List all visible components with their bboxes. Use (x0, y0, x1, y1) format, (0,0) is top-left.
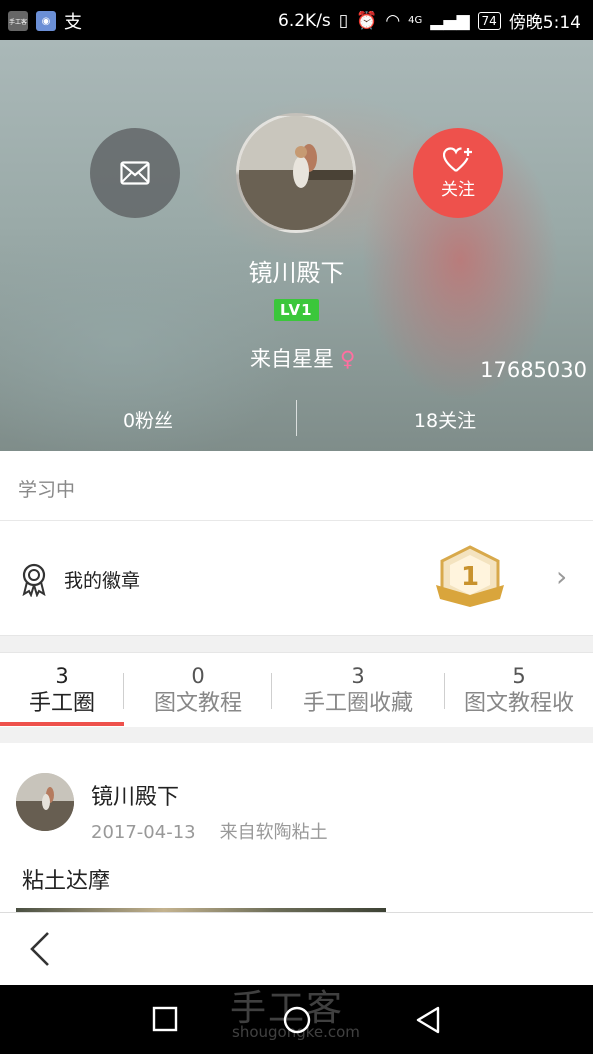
tab-count: 3 (55, 664, 69, 688)
tab-label: 图文教程收 (463, 691, 574, 716)
location: 来自星星 ♀ (250, 343, 355, 373)
tab-tutorials[interactable]: 0 图文教程 (124, 663, 272, 719)
follow-button[interactable]: 关注 (413, 128, 503, 218)
tab-label: 手工圈 (28, 691, 95, 716)
tab-tutorial-favorites[interactable]: 5 图文教程收 (445, 663, 593, 719)
shougongke-app-icon: 手工客 (8, 11, 28, 31)
post-date: 2017-04-13 (91, 822, 196, 843)
network-speed: 6.2K/s (278, 10, 331, 31)
alipay-icon: 支 (64, 12, 82, 33)
section-divider (0, 727, 593, 743)
user-status-text: 学习中 (0, 451, 593, 521)
post-card[interactable]: 镜川殿下 2017-04-13 来自软陶粘土 粘土达摩 (0, 743, 593, 912)
wifi-icon: ◠ (385, 10, 401, 31)
status-bar: 手工客 ◉ 支 6.2K/s ▯ ⏰ ◠ 4G ▂▄▆ 74 傍晚5:14 (0, 0, 593, 40)
award-icon (22, 563, 46, 597)
fans-count[interactable]: 0粉丝 (0, 406, 296, 433)
bottom-nav-bar (0, 912, 593, 985)
female-icon: ♀ (340, 347, 356, 371)
following-count[interactable]: 18关注 (297, 406, 593, 433)
signal-icon: ▂▄▆ (430, 10, 470, 31)
back-arrow-icon[interactable] (26, 929, 54, 969)
avatar[interactable] (236, 113, 356, 233)
medal-icon: 1 (436, 545, 504, 607)
battery-icon: 74 (477, 11, 501, 30)
alarm-icon: ⏰ (356, 10, 378, 31)
chevron-right-icon: › (556, 560, 568, 593)
system-back-icon[interactable] (414, 1005, 442, 1035)
tab-circle-favorites[interactable]: 3 手工圈收藏 (272, 663, 444, 719)
heart-plus-icon (443, 146, 472, 172)
user-id: 17685030 (480, 358, 587, 382)
tab-count: 0 (191, 664, 205, 688)
profile-header: 关注 镜川殿下 LV1 来自星星 ♀ 17685030 0粉丝 18关注 (0, 40, 593, 451)
system-nav-bar: 手工客 shougongke.com (0, 985, 593, 1054)
post-source[interactable]: 来自软陶粘土 (220, 822, 328, 843)
post-author-name[interactable]: 镜川殿下 (91, 779, 179, 811)
vibrate-icon: ▯ (338, 10, 349, 31)
post-meta: 2017-04-13 来自软陶粘土 (91, 818, 328, 844)
location-text: 来自星星 (250, 347, 334, 371)
tab-label: 手工圈收藏 (302, 691, 413, 716)
section-divider (0, 635, 593, 653)
my-badges-row[interactable]: 我的徽章 1 › (0, 521, 593, 635)
active-tab-indicator (0, 722, 124, 726)
map-app-icon: ◉ (36, 11, 56, 31)
post-author-avatar[interactable] (16, 773, 74, 831)
tab-count: 5 (512, 664, 526, 688)
mail-icon (120, 161, 150, 185)
tab-label: 图文教程 (153, 691, 242, 716)
message-button[interactable] (90, 128, 180, 218)
content-tabs: 3 手工圈 0 图文教程 3 手工圈收藏 5 图文教程收 (0, 653, 593, 727)
level-badge: LV1 (274, 299, 319, 321)
follow-label: 关注 (441, 179, 475, 200)
profile-username: 镜川殿下 (248, 259, 345, 287)
post-title[interactable]: 粘土达摩 (22, 863, 110, 895)
medal-number: 1 (461, 562, 479, 592)
tab-handicraft-circle[interactable]: 3 手工圈 (0, 663, 124, 719)
recent-apps-icon[interactable] (151, 1005, 179, 1033)
network-type: 4G (408, 15, 423, 26)
home-icon[interactable] (282, 1005, 312, 1035)
my-badges-label: 我的徽章 (64, 570, 141, 592)
tab-count: 3 (351, 664, 365, 688)
clock: 傍晚5:14 (508, 13, 581, 33)
